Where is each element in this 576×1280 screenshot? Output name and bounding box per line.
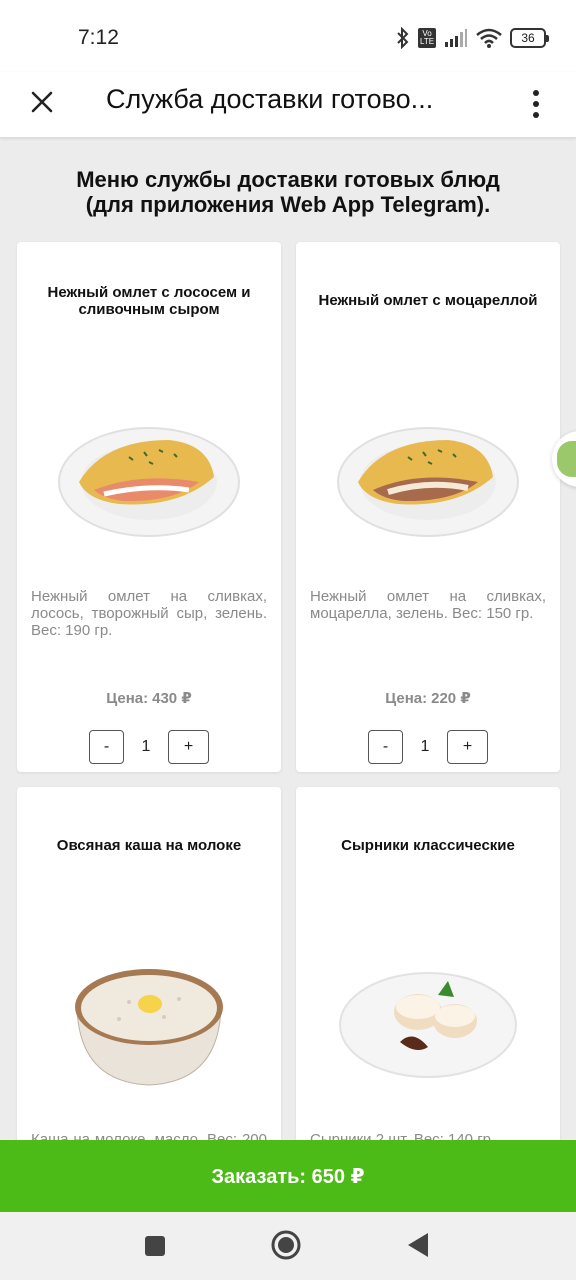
bluetooth-icon: [397, 27, 409, 49]
increase-quantity-button[interactable]: +: [447, 730, 488, 764]
more-dot-icon: [533, 112, 539, 118]
quantity-stepper: - 1 +: [368, 730, 488, 764]
order-button[interactable]: Заказать: 650 ₽: [0, 1140, 576, 1212]
product-card: Нежный омлет с лососем и сливочным сыром…: [17, 242, 281, 772]
product-price: Цена: 430 ₽: [17, 689, 281, 707]
status-bar: 7:12 Vo LTE 36: [0, 0, 576, 72]
price-label: Цена:: [106, 690, 149, 707]
recents-icon[interactable]: [144, 1235, 166, 1257]
app-title: Служба доставки готово...: [106, 84, 434, 114]
system-nav-bar: [0, 1212, 576, 1280]
signal-icon: [445, 29, 467, 47]
omelet-salmon-image: [58, 427, 240, 537]
close-button[interactable]: [22, 82, 62, 122]
product-description: Сырники 2 шт. Вес: 140 гр.: [310, 1131, 496, 1140]
product-name: Сырники классические: [341, 837, 515, 854]
menu-content[interactable]: Меню службы доставки готовых блюд (для п…: [0, 138, 576, 1140]
product-description: Каша на молоке, масло. Вес: 200 гр.: [31, 1131, 267, 1140]
quantity-value: 1: [141, 738, 151, 755]
volte-icon: Vo LTE: [418, 28, 436, 48]
back-icon[interactable]: [406, 1232, 430, 1258]
product-price: Цена: 220 ₽: [296, 689, 560, 707]
omelet-mozzarella-image: [337, 427, 519, 537]
increase-quantity-button[interactable]: +: [168, 730, 209, 764]
status-icons: Vo LTE 36: [396, 24, 549, 52]
decrease-quantity-button[interactable]: -: [368, 730, 403, 764]
product-description: Нежный омлет на сливках, лосось, творожн…: [31, 588, 267, 639]
product-card: Нежный омлет с моцареллой Нежный омлет н…: [296, 242, 560, 772]
heading-line-1: Меню службы доставки готовых блюд: [76, 167, 500, 192]
price-value: 430 ₽: [152, 690, 192, 707]
status-time: 7:12: [78, 26, 119, 49]
quantity-value: 1: [420, 738, 430, 755]
price-label: Цена:: [385, 690, 428, 707]
product-name: Овсяная каша на молоке: [56, 837, 242, 854]
home-icon[interactable]: [270, 1229, 302, 1261]
close-icon: [31, 91, 53, 113]
product-card: Овсяная каша на молоке Каша на молоке, м…: [17, 787, 281, 1140]
wifi-icon: [476, 28, 502, 48]
more-dot-icon: [533, 101, 539, 107]
page-heading: Меню службы доставки готовых блюд (для п…: [20, 167, 556, 217]
product-description: Нежный омлет на сливках, моцарелла, зеле…: [310, 588, 546, 622]
widget-logo-icon: [557, 441, 576, 477]
quantity-stepper: - 1 +: [89, 730, 209, 764]
price-value: 220 ₽: [431, 690, 471, 707]
product-name: Нежный омлет с лососем и сливочным сыром: [47, 284, 251, 318]
more-menu-button[interactable]: [516, 82, 556, 126]
app-bar: Служба доставки готово...: [0, 72, 576, 138]
oatmeal-image: [75, 969, 223, 1086]
battery-icon: 36: [510, 28, 549, 48]
more-dot-icon: [533, 90, 539, 96]
heading-line-2: (для приложения Web App Telegram).: [85, 192, 491, 217]
order-button-label: Заказать: 650 ₽: [211, 1166, 365, 1188]
product-name: Нежный омлет с моцареллой: [318, 292, 538, 309]
product-card: Сырники классические Сырники 2 шт. Вес: …: [296, 787, 560, 1140]
syrniki-image: [339, 972, 517, 1078]
decrease-quantity-button[interactable]: -: [89, 730, 124, 764]
